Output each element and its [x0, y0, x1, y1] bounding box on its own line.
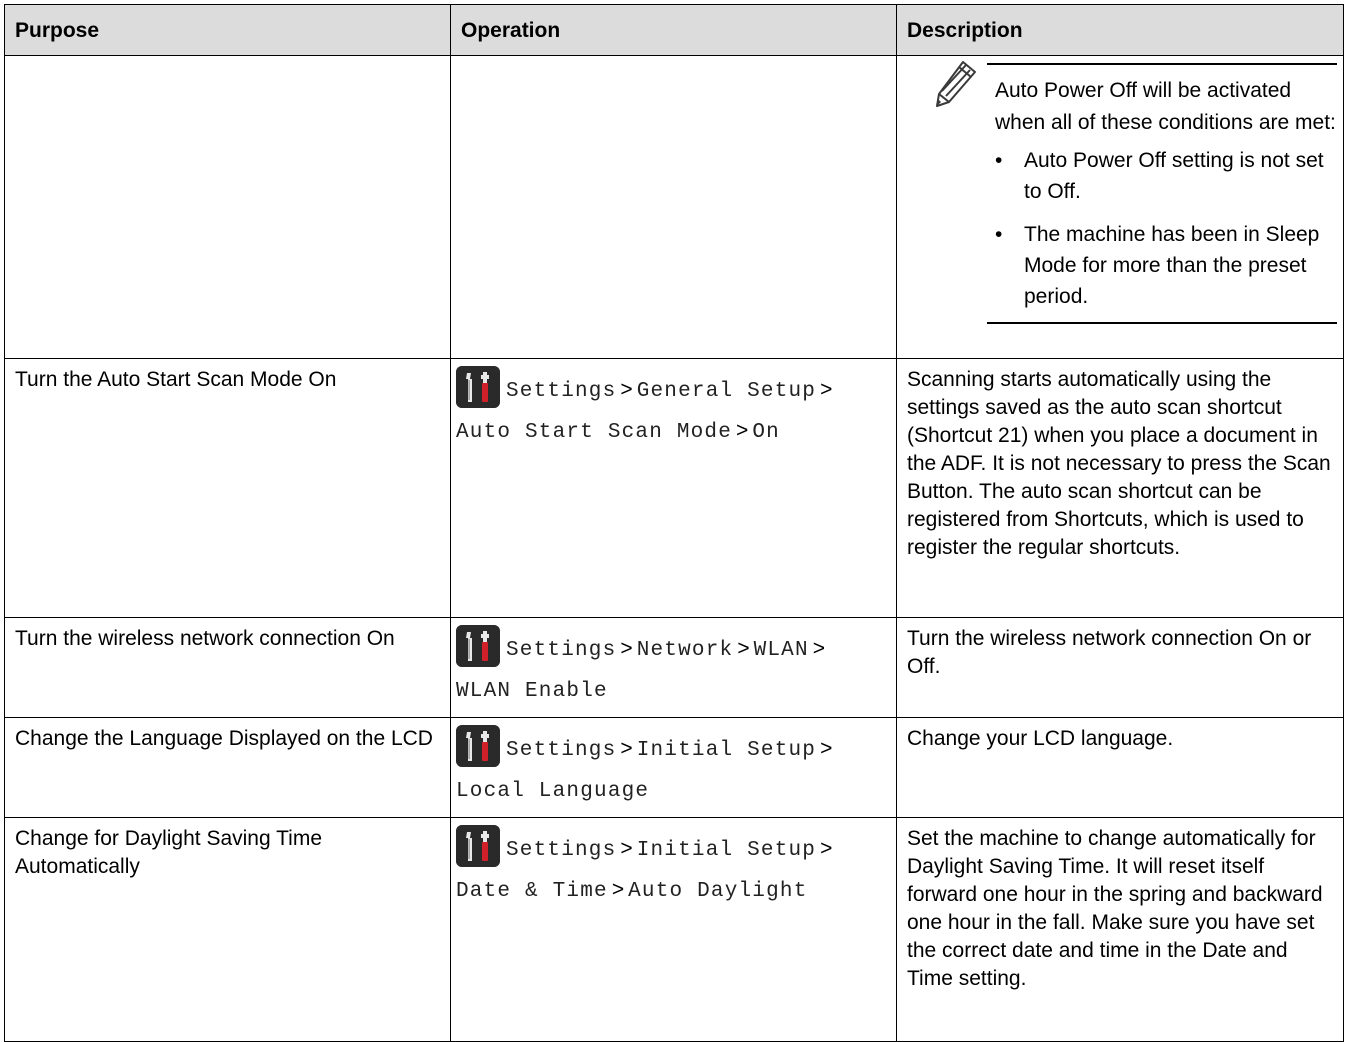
- path-step: WLAN: [753, 639, 809, 662]
- description-cell: Set the machine to change automatically …: [896, 817, 1344, 1042]
- menu-path: Settings > Initial Setup > Date & Time > Auto …: [456, 825, 890, 911]
- path-step: Settings: [506, 739, 617, 762]
- path-step: Date & Time: [456, 880, 608, 903]
- settings-tools-icon: [456, 825, 500, 867]
- table-row: Change for Daylight Saving Time Automati…: [4, 817, 1344, 1042]
- header-purpose: Purpose: [4, 4, 451, 56]
- path-separator: >: [620, 737, 633, 760]
- path-step: Settings: [506, 380, 617, 403]
- operation-cell: Settings > General Setup > Auto Start Scan M…: [450, 358, 897, 618]
- settings-table: Purpose Operation Description Auto Power…: [4, 4, 1344, 1042]
- path-step: WLAN Enable: [456, 680, 608, 703]
- path-separator: >: [820, 837, 833, 860]
- operation-cell: Settings > Initial Setup > Date & Time > Auto …: [450, 817, 897, 1042]
- table-row: Turn the wireless network connection On …: [4, 617, 1344, 718]
- table-row: Turn the Auto Start Scan Mode On Setting…: [4, 358, 1344, 618]
- path-separator: >: [736, 419, 749, 442]
- path-step: Initial Setup: [636, 839, 817, 862]
- settings-tools-icon: [456, 725, 500, 767]
- path-separator: >: [737, 637, 750, 660]
- header-description: Description: [896, 4, 1344, 56]
- purpose-cell: Turn the wireless network connection On: [4, 617, 451, 718]
- purpose-cell: Change for Daylight Saving Time Automati…: [4, 817, 451, 1042]
- note-box: Auto Power Off will be activated when al…: [987, 63, 1337, 324]
- list-item: Auto Power Off setting is not set to Off…: [995, 145, 1337, 207]
- path-step: Settings: [506, 639, 617, 662]
- path-separator: >: [620, 837, 633, 860]
- path-step: Auto Start Scan Mode: [456, 421, 733, 444]
- operation-cell: [450, 55, 897, 359]
- table-header-row: Purpose Operation Description: [4, 4, 1344, 56]
- path-separator: >: [820, 737, 833, 760]
- path-step: Initial Setup: [636, 739, 817, 762]
- settings-tools-icon: [456, 366, 500, 408]
- path-step: Local Language: [456, 780, 650, 803]
- path-step: On: [752, 421, 780, 444]
- path-step: Network: [636, 639, 734, 662]
- note-conditions-list: Auto Power Off setting is not set to Off…: [995, 145, 1337, 312]
- path-separator: >: [611, 878, 625, 901]
- menu-path: Settings > Initial Setup > Local Language: [456, 725, 890, 811]
- table-row: Change the Language Displayed on the LCD…: [4, 717, 1344, 818]
- note-intro: Auto Power Off will be activated when al…: [995, 79, 1336, 134]
- path-separator: >: [812, 637, 826, 660]
- table-row: Auto Power Off will be activated when al…: [4, 55, 1344, 359]
- header-operation: Operation: [450, 4, 897, 56]
- menu-path: Settings > General Setup > Auto Start Scan M…: [456, 366, 890, 452]
- operation-cell: Settings > Initial Setup > Local Language: [450, 717, 897, 818]
- path-separator: >: [620, 637, 633, 660]
- description-cell: Change your LCD language.: [896, 717, 1344, 818]
- description-cell: Turn the wireless network connection On …: [896, 617, 1344, 718]
- purpose-cell: Turn the Auto Start Scan Mode On: [4, 358, 451, 618]
- list-item: The machine has been in Sleep Mode for m…: [995, 219, 1337, 312]
- purpose-cell: Change the Language Displayed on the LCD: [4, 717, 451, 818]
- path-separator: >: [620, 378, 633, 401]
- menu-path: Settings > Network > WLAN > WLAN Enable: [456, 625, 890, 711]
- description-cell: Scanning starts automatically using the …: [896, 358, 1344, 618]
- description-cell: Auto Power Off will be activated when al…: [896, 55, 1344, 359]
- path-step: Settings: [506, 839, 617, 862]
- pencil-note-icon: [936, 61, 976, 107]
- note-block: Auto Power Off will be activated when al…: [907, 61, 1337, 324]
- purpose-cell: [4, 55, 451, 359]
- operation-cell: Settings > Network > WLAN > WLAN Enable: [450, 617, 897, 718]
- path-separator: >: [820, 378, 833, 401]
- settings-tools-icon: [456, 625, 500, 667]
- path-step: General Setup: [636, 380, 817, 403]
- path-step: Auto Daylight: [628, 880, 808, 903]
